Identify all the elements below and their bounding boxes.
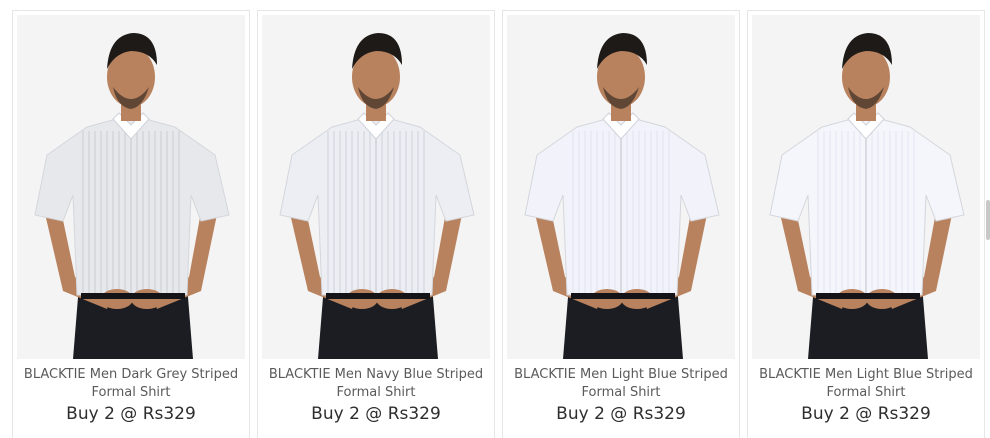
belt (81, 293, 185, 299)
product-title-line1: BLACKTIE Men Dark Grey Striped (23, 367, 239, 382)
product-price: Buy 2 @ Rs329 (311, 404, 441, 424)
belt (326, 293, 430, 299)
product-title[interactable]: BLACKTIE Men Dark Grey Striped Formal Sh… (17, 366, 245, 402)
product-title-line1: BLACKTIE Men Light Blue Striped (514, 367, 728, 382)
product-image[interactable] (507, 15, 735, 359)
product-title[interactable]: BLACKTIE Men Navy Blue Striped Formal Sh… (262, 366, 490, 402)
product-card[interactable]: BLACKTIE Men Dark Grey Striped Formal Sh… (12, 10, 250, 438)
product-title-line2: Formal Shirt (91, 385, 171, 400)
product-title-line1: BLACKTIE Men Light Blue Striped (759, 367, 973, 382)
product-title-line2: Formal Shirt (581, 385, 661, 400)
product-image[interactable] (262, 15, 490, 359)
product-title-line2: Formal Shirt (826, 385, 906, 400)
product-title-line2: Formal Shirt (336, 385, 416, 400)
product-card[interactable]: BLACKTIE Men Light Blue Striped Formal S… (747, 10, 985, 438)
product-image[interactable] (752, 15, 980, 359)
carousel-scroll-handle[interactable] (986, 200, 990, 240)
belt (816, 293, 920, 299)
product-title[interactable]: BLACKTIE Men Light Blue Striped Formal S… (507, 366, 735, 402)
belt (571, 293, 675, 299)
product-price: Buy 2 @ Rs329 (556, 404, 686, 424)
product-card[interactable]: BLACKTIE Men Navy Blue Striped Formal Sh… (257, 10, 495, 438)
product-title[interactable]: BLACKTIE Men Light Blue Striped Formal S… (752, 366, 980, 402)
product-price: Buy 2 @ Rs329 (66, 404, 196, 424)
product-price: Buy 2 @ Rs329 (801, 404, 931, 424)
product-grid: BLACKTIE Men Dark Grey Striped Formal Sh… (0, 0, 990, 438)
product-title-line1: BLACKTIE Men Navy Blue Striped (268, 367, 484, 382)
product-image[interactable] (17, 15, 245, 359)
product-card[interactable]: BLACKTIE Men Light Blue Striped Formal S… (502, 10, 740, 438)
